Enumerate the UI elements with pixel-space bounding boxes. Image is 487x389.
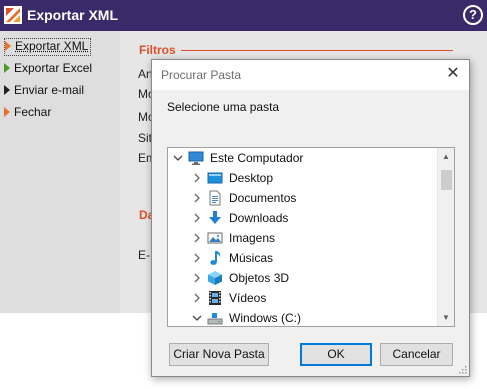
app-titlebar: Exportar XML ? [0, 0, 487, 31]
sidebar-item-exportar-xml[interactable]: Exportar XML [4, 38, 92, 56]
sidebar-item-label: Enviar e-mail [14, 83, 85, 97]
tree-item-label: Documentos [229, 191, 297, 205]
tree-item-windows-c[interactable]: Windows (C:) [168, 308, 438, 326]
section-title-filtros: Filtros [139, 43, 176, 57]
chevron-right-icon[interactable] [192, 253, 202, 263]
sidebar-item-label: Exportar Excel [14, 61, 93, 75]
tree-item-musicas[interactable]: Músicas [168, 248, 438, 268]
new-folder-button[interactable]: Criar Nova Pasta [169, 343, 269, 366]
music-folder-icon [210, 251, 221, 265]
videos-folder-icon [209, 291, 221, 305]
tree-item-label: Desktop [229, 171, 274, 185]
tree-item-este-computador[interactable]: Este Computador [168, 148, 438, 168]
dialog-titlebar: Procurar Pasta ✕ [152, 60, 469, 90]
dialog-prompt: Selecione uma pasta [167, 100, 280, 114]
dialog-title: Procurar Pasta [161, 68, 242, 82]
sidebar-item-enviar-email[interactable]: Enviar e-mail [4, 83, 84, 101]
scroll-up-icon[interactable]: ▲ [438, 148, 454, 165]
orange-arrow-icon [4, 107, 10, 117]
tree-item-documentos[interactable]: Documentos [168, 188, 438, 208]
cancel-button[interactable]: Cancelar [380, 343, 453, 366]
help-icon[interactable]: ? [463, 5, 483, 25]
chevron-right-icon[interactable] [192, 193, 202, 203]
chevron-right-icon[interactable] [192, 293, 202, 303]
documents-folder-icon [209, 190, 221, 206]
chevron-right-icon[interactable] [192, 273, 202, 283]
chevron-right-icon[interactable] [192, 173, 202, 183]
tree-item-label: Imagens [229, 231, 276, 245]
tree-item-label: Este Computador [210, 151, 304, 165]
app-title: Exportar XML [27, 7, 119, 23]
scroll-down-icon[interactable]: ▼ [438, 309, 454, 326]
tree-item-label: Windows (C:) [229, 311, 302, 325]
tree-item-label: Vídeos [229, 291, 267, 305]
browse-folder-dialog: Procurar Pasta ✕ Selecione uma pasta Est… [151, 59, 470, 377]
content-label: Sit [138, 131, 153, 145]
3d-objects-folder-icon [208, 271, 222, 285]
chevron-right-icon[interactable] [192, 233, 202, 243]
resize-grip-icon[interactable] [457, 364, 467, 374]
section-divider [181, 50, 453, 51]
chevron-down-icon[interactable] [192, 313, 202, 323]
tree-item-desktop[interactable]: Desktop [168, 168, 438, 188]
content-label: E- [138, 248, 150, 262]
drive-icon [207, 313, 223, 325]
close-icon[interactable]: ✕ [445, 66, 461, 82]
desktop-folder-icon [207, 172, 223, 184]
sidebar-item-exportar-excel[interactable]: Exportar Excel [4, 61, 92, 79]
downloads-folder-icon [209, 211, 221, 224]
folder-tree[interactable]: Este Computador Desktop Documentos Downl… [167, 147, 455, 327]
scrollbar-thumb[interactable] [441, 170, 452, 190]
green-arrow-icon [4, 63, 10, 73]
app-logo-icon [4, 6, 22, 24]
tree-item-downloads[interactable]: Downloads [168, 208, 438, 228]
pictures-folder-icon [207, 232, 223, 244]
tree-scrollbar[interactable]: ▲ ▼ [437, 148, 454, 326]
sidebar-item-label: Exportar XML [15, 39, 89, 53]
ok-button[interactable]: OK [300, 343, 372, 366]
sidebar: Exportar XML Exportar Excel Enviar e-mai… [0, 31, 120, 313]
sidebar-item-label: Fechar [14, 105, 52, 119]
tree-item-label: Downloads [229, 211, 289, 225]
tree-item-imagens[interactable]: Imagens [168, 228, 438, 248]
sidebar-item-fechar[interactable]: Fechar [4, 105, 51, 123]
orange-arrow-icon [5, 41, 11, 51]
tree-item-label: Objetos 3D [229, 271, 290, 285]
computer-icon [188, 151, 204, 165]
chevron-right-icon[interactable] [192, 213, 202, 223]
tree-item-objetos-3d[interactable]: Objetos 3D [168, 268, 438, 288]
tree-item-label: Músicas [229, 251, 274, 265]
tree-item-videos[interactable]: Vídeos [168, 288, 438, 308]
chevron-down-icon[interactable] [173, 153, 183, 163]
dark-arrow-icon [4, 85, 10, 95]
